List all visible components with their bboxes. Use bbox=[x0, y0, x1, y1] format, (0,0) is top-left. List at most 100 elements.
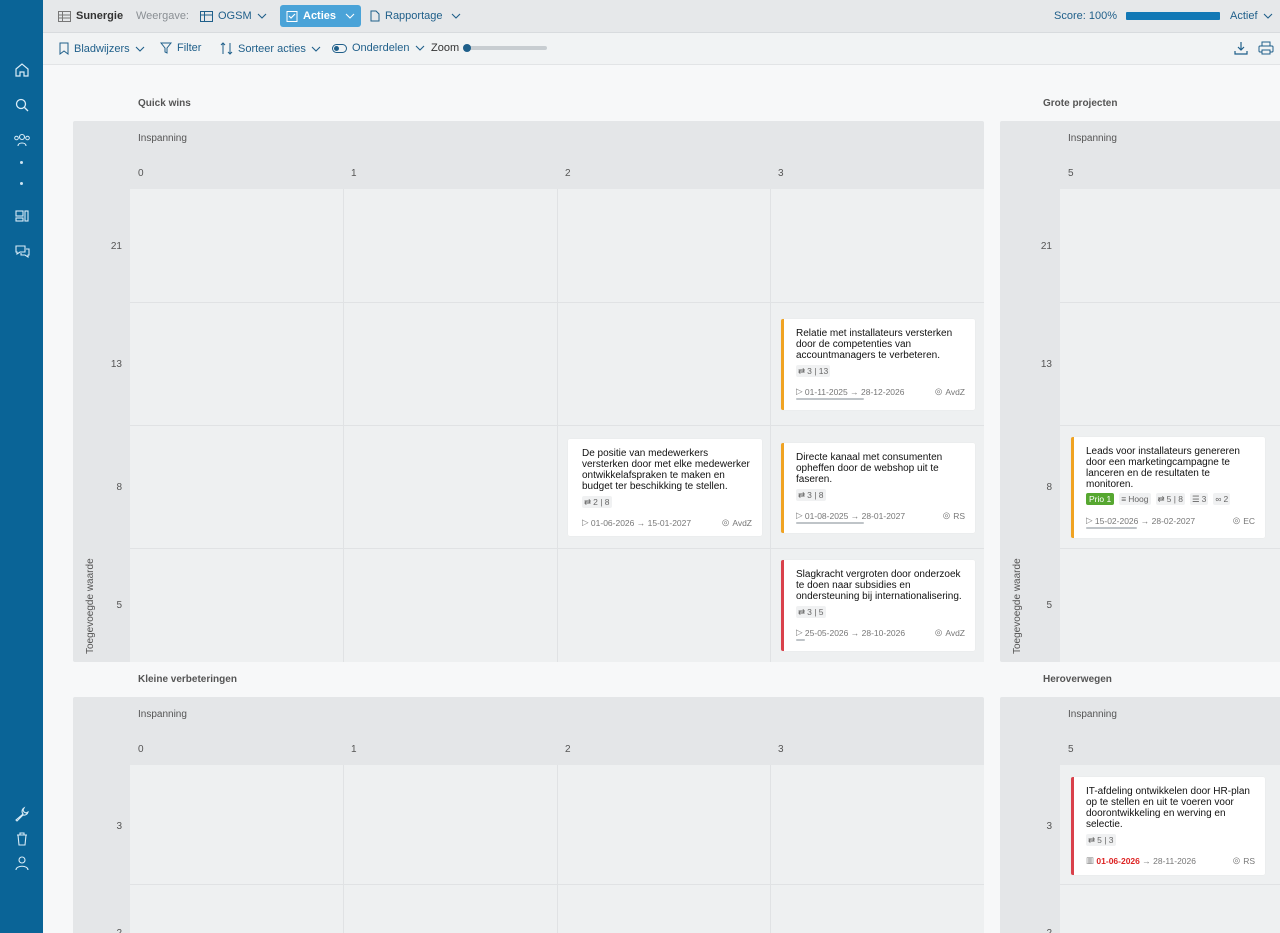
card-title: Relatie met installateurs versterken doo… bbox=[796, 328, 953, 361]
status-dropdown[interactable]: Actief bbox=[1230, 10, 1273, 22]
status-label: Actief bbox=[1230, 10, 1258, 22]
y-tick: 8 bbox=[1046, 482, 1052, 493]
arrow-right-icon: → bbox=[847, 386, 861, 397]
card-dates: ▷ 01-11-2025 → 28-12-2026 ◎ AvdZ bbox=[796, 386, 965, 397]
card-dates: ▥ 01-06-2026 → 28-11-2026 ◎ RS bbox=[1086, 855, 1255, 866]
wrench-icon[interactable] bbox=[13, 805, 31, 823]
play-icon: ▷ bbox=[1086, 515, 1095, 525]
sidebar bbox=[0, 0, 43, 933]
action-card[interactable]: Relatie met installateurs versterken doo… bbox=[781, 319, 975, 410]
card-progress bbox=[796, 522, 864, 524]
effort-value-icon: ⇄ bbox=[798, 489, 806, 500]
parts-label: Onderdelen bbox=[352, 42, 410, 54]
sort-icon bbox=[220, 42, 233, 55]
card-dates: ▷ 01-06-2026 → 15-01-2027 ◎ AvdZ bbox=[582, 517, 752, 528]
team-icon[interactable] bbox=[13, 131, 31, 149]
dashboard-icon[interactable] bbox=[13, 207, 31, 225]
view-acties-button[interactable]: Acties bbox=[280, 5, 362, 27]
user-icon[interactable] bbox=[13, 854, 31, 872]
zoom-slider[interactable] bbox=[463, 44, 547, 52]
x-tick: 1 bbox=[351, 168, 357, 179]
card-progress bbox=[1086, 527, 1137, 529]
action-card[interactable]: IT-afdeling ontwikkelen door HR-plan op … bbox=[1071, 777, 1265, 875]
app-title[interactable]: Sunergie bbox=[58, 10, 123, 22]
score-label: Score: 100% bbox=[1054, 10, 1117, 22]
x-tick: 2 bbox=[565, 744, 571, 755]
y-axis-title: Toegevoegde waarde bbox=[85, 558, 96, 654]
level-chip: ≡ Hoog bbox=[1119, 493, 1151, 505]
filter-button[interactable]: Filter bbox=[160, 42, 201, 54]
score-chip: ⇄ 3 | 8 bbox=[796, 489, 826, 501]
weergave-label: Weergave: bbox=[136, 10, 189, 22]
quadrant-title: Grote projecten bbox=[1043, 98, 1118, 109]
top-bar: Sunergie Weergave: OGSM Acties Rapportag… bbox=[43, 0, 1280, 33]
bookmark-icon bbox=[59, 42, 69, 55]
checklist-icon bbox=[286, 11, 298, 22]
card-title: Leads voor installateurs genereren door … bbox=[1086, 446, 1240, 490]
effort-value-icon: ⇄ bbox=[798, 606, 806, 617]
x-axis-title: Inspanning bbox=[1068, 133, 1117, 144]
filter-icon bbox=[160, 42, 172, 54]
zoom-label: Zoom bbox=[431, 42, 460, 54]
y-tick: 5 bbox=[116, 600, 122, 611]
play-icon: ▷ bbox=[796, 386, 805, 396]
card-title: Directe kanaal met consumenten opheffen … bbox=[796, 452, 943, 485]
x-axis-title: Inspanning bbox=[138, 709, 187, 720]
chevron-down-icon bbox=[415, 45, 424, 51]
y-tick: 21 bbox=[1040, 241, 1052, 252]
quadrant-title: Heroverwegen bbox=[1043, 674, 1112, 685]
arrow-right-icon: → bbox=[1138, 515, 1152, 526]
chevron-down-icon bbox=[311, 46, 321, 52]
quadrant-grote-projecten: Inspanning 5 21 13 8 5 Toegevoegde waard… bbox=[1000, 121, 1280, 662]
arrow-right-icon: → bbox=[848, 510, 862, 521]
x-tick: 2 bbox=[565, 168, 571, 179]
links-chip: ∞ 2 bbox=[1213, 493, 1231, 505]
search-icon[interactable] bbox=[13, 96, 31, 114]
x-axis-title: Inspanning bbox=[138, 133, 187, 144]
nav-dot bbox=[20, 182, 23, 185]
quadrant-title: Quick wins bbox=[138, 98, 191, 109]
card-title: IT-afdeling ontwikkelen door HR-plan op … bbox=[1086, 786, 1250, 830]
sort-dropdown[interactable]: Sorteer acties bbox=[220, 42, 321, 55]
effort-value-icon: ⇄ bbox=[1088, 834, 1096, 845]
view-ogsm-dropdown[interactable]: OGSM bbox=[200, 10, 267, 22]
toggle-icon bbox=[332, 43, 347, 53]
x-tick: 0 bbox=[138, 168, 144, 179]
chevron-down-icon bbox=[257, 13, 267, 19]
view-rapportage-dropdown[interactable]: Rapportage bbox=[370, 10, 461, 22]
table-icon bbox=[200, 10, 213, 22]
user-circle-icon: ◎ bbox=[1232, 515, 1241, 525]
score-chip: ⇄ 3 | 5 bbox=[796, 606, 826, 618]
chat-icon[interactable] bbox=[13, 242, 31, 260]
score: Score: 100% bbox=[1054, 10, 1220, 22]
matrix-canvas: Quick wins Inspanning 0 1 2 3 21 13 8 5 … bbox=[43, 65, 1280, 933]
trash-icon[interactable] bbox=[13, 830, 31, 848]
priority-badge: Prio 1 bbox=[1086, 493, 1115, 505]
parts-dropdown[interactable]: Onderdelen bbox=[332, 42, 425, 54]
y-tick: 2 bbox=[1028, 928, 1052, 933]
play-icon: ▷ bbox=[796, 510, 805, 520]
card-progress bbox=[796, 398, 864, 400]
print-icon[interactable] bbox=[1258, 41, 1274, 58]
action-card[interactable]: Leads voor installateurs genereren door … bbox=[1071, 437, 1265, 538]
action-card[interactable]: Slagkracht vergroten door onderzoek te d… bbox=[781, 560, 975, 651]
lines-icon: ≡ bbox=[1121, 494, 1127, 504]
y-tick: 5 bbox=[1046, 600, 1052, 611]
action-card[interactable]: Directe kanaal met consumenten opheffen … bbox=[781, 443, 975, 533]
effort-value-icon: ⇄ bbox=[798, 365, 806, 376]
download-icon[interactable] bbox=[1234, 41, 1248, 58]
overdue-start-date: 01-06-2026 bbox=[1096, 855, 1140, 866]
zoom-slider-handle[interactable] bbox=[463, 44, 471, 52]
y-axis-title: Toegevoegde waarde bbox=[1012, 558, 1023, 654]
zoom-control: Zoom bbox=[431, 42, 459, 54]
arrow-right-icon: → bbox=[848, 627, 862, 638]
chevron-down-icon bbox=[1263, 13, 1272, 19]
action-card[interactable]: De positie van medewerkers versterken do… bbox=[568, 439, 762, 536]
y-tick: 13 bbox=[110, 359, 122, 370]
y-tick: 3 bbox=[1046, 821, 1052, 832]
bookmarks-dropdown[interactable]: Bladwijzers bbox=[59, 42, 145, 55]
view-rapportage-label: Rapportage bbox=[385, 10, 443, 22]
card-dates: ▷ 15-02-2026 → 28-02-2027 ◎ EC bbox=[1086, 515, 1255, 526]
app-name: Sunergie bbox=[76, 10, 124, 22]
home-icon[interactable] bbox=[13, 61, 31, 79]
